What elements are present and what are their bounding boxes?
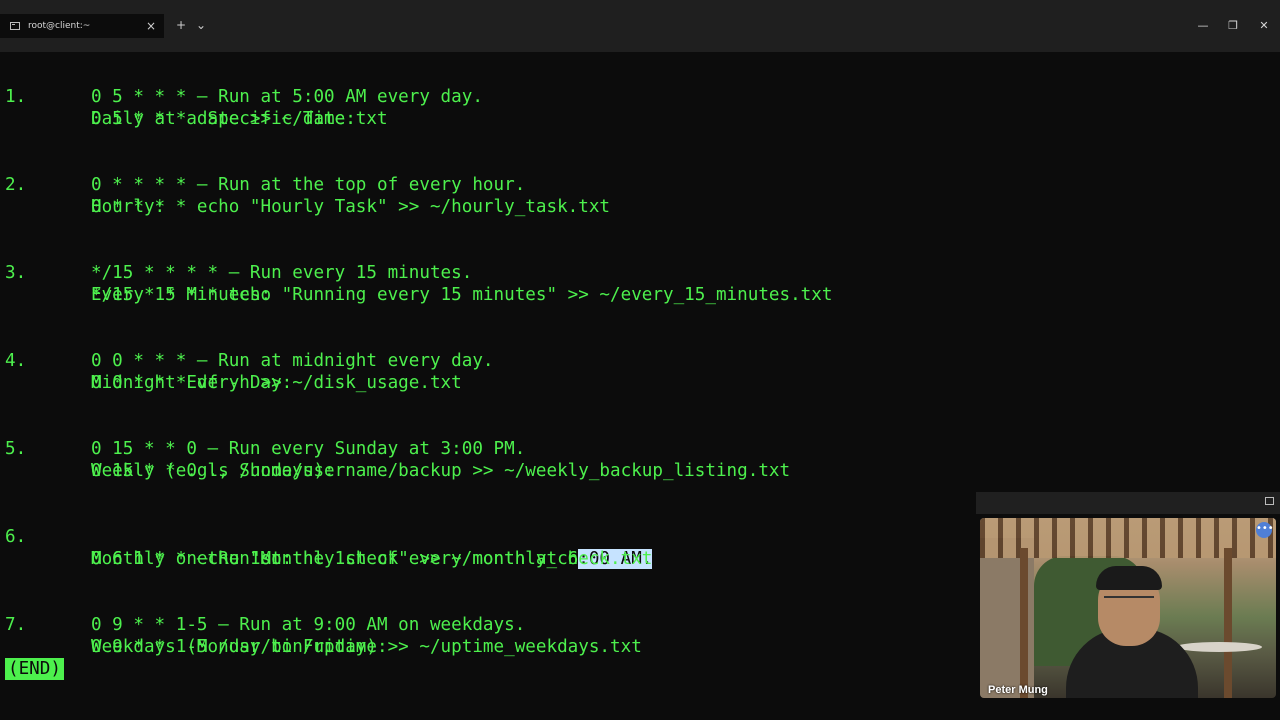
item-description: */15 * * * * – Run every 15 minutes. xyxy=(91,263,473,283)
item-description: 0 9 * * 1-5 – Run at 9:00 AM on weekdays… xyxy=(91,615,526,635)
video-background-table xyxy=(1176,642,1262,652)
item-number: 1. xyxy=(5,87,27,107)
tab-title: root@client:~ xyxy=(28,21,91,31)
item-number: 2. xyxy=(5,175,27,195)
person-hair xyxy=(1096,566,1162,590)
item-command: 0 * * * * echo "Hourly Task" >> ~/hourly… xyxy=(91,197,611,217)
item-description: 0 5 * * * – Run at 5:00 AM every day. xyxy=(91,87,483,107)
more-options-button[interactable]: ••• xyxy=(1256,522,1274,538)
item-command: 0 15 * * 0 ls /home/username/backup >> ~… xyxy=(91,461,791,481)
video-background-post xyxy=(1020,548,1028,698)
participant-name: Peter Mung xyxy=(988,684,1048,696)
terminal-icon xyxy=(10,22,20,30)
list-item: 6. Monthly on the 1st: xyxy=(0,504,292,569)
list-item: 3. Every 15 Minutes: xyxy=(0,240,271,305)
item-command: 0 9 * * 1-5 /usr/bin/uptime >> ~/uptime_… xyxy=(91,637,642,657)
window-icon[interactable] xyxy=(1265,497,1274,505)
title-bar: root@client:~ × + ⌄ — ❐ ✕ xyxy=(0,0,1280,52)
tab-dropdown-button[interactable]: ⌄ xyxy=(196,18,206,32)
close-button[interactable]: ✕ xyxy=(1249,16,1279,36)
person-glasses xyxy=(1104,596,1154,608)
item-number: 4. xyxy=(5,351,27,371)
list-item: 7. Weekdays (Monday to Friday): xyxy=(0,592,388,657)
item-description: 0 * * * * – Run at the top of every hour… xyxy=(91,175,526,195)
list-item: 2. Hourly: xyxy=(0,152,165,217)
item-number: 3. xyxy=(5,263,27,283)
item-number: 5. xyxy=(5,439,27,459)
pager-end-status: (END) xyxy=(5,658,64,680)
item-command: 0 5 * * * date >> ~/date.txt xyxy=(91,109,388,129)
minimize-button[interactable]: — xyxy=(1188,16,1218,36)
restore-button[interactable]: ❐ xyxy=(1218,16,1248,36)
item-command: */15 * * * * echo "Running every 15 minu… xyxy=(91,285,833,305)
tab-close-button[interactable]: × xyxy=(146,18,156,34)
tab-terminal[interactable]: root@client:~ × xyxy=(0,14,164,38)
item-command: 0 0 * * * df -h >> ~/disk_usage.txt xyxy=(91,373,462,393)
list-item: 4. Midnight Every Day: xyxy=(0,328,292,393)
item-number: 7. xyxy=(5,615,27,635)
video-background-post xyxy=(1224,548,1232,698)
video-overlay-bar[interactable] xyxy=(976,492,1280,514)
list-item: 1. Daily at a Specific Time: xyxy=(0,64,356,129)
webcam-video xyxy=(980,518,1276,698)
item-description: 0 0 * * * – Run at midnight every day. xyxy=(91,351,494,371)
list-item: 5. Weekly (e.g., Sundays): xyxy=(0,416,335,481)
item-command: 0 6 1 * * echo "Monthly check" >> ~/mont… xyxy=(91,549,653,569)
item-description: 0 15 * * 0 – Run every Sunday at 3:00 PM… xyxy=(91,439,526,459)
new-tab-button[interactable]: + xyxy=(176,18,186,32)
